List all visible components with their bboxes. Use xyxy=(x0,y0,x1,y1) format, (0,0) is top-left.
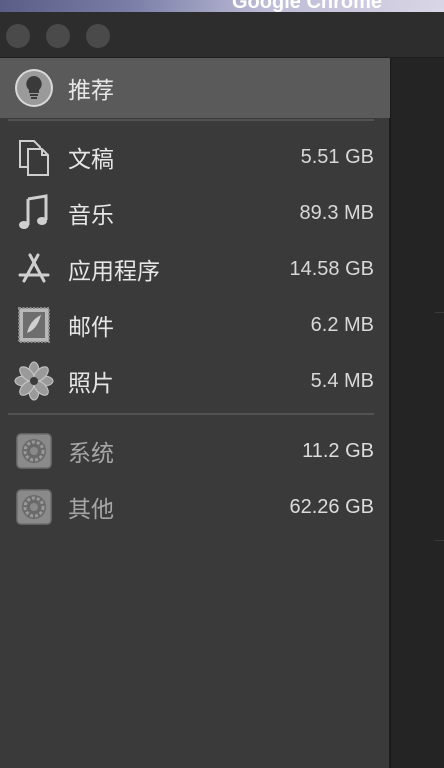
sidebar-item-label: 邮件 xyxy=(68,315,114,341)
zoom-window-button[interactable] xyxy=(86,24,110,48)
divider xyxy=(8,119,374,121)
divider xyxy=(435,312,444,313)
music-note-icon xyxy=(12,191,56,235)
desktop-top-strip: Google Chrome xyxy=(0,0,444,12)
sidebar-item-size: 62.26 GB xyxy=(289,495,374,518)
other-disk-icon xyxy=(12,485,56,529)
storage-sidebar: 推荐 文稿 5.51 GB 音乐 89.3 MB 应用程序 14.58 GB 邮… xyxy=(0,58,390,768)
sidebar-item-label: 文稿 xyxy=(68,147,114,173)
sidebar-item-label: 音乐 xyxy=(68,203,114,229)
system-disk-icon xyxy=(12,429,56,473)
close-window-button[interactable] xyxy=(6,24,30,48)
sidebar-item-other[interactable]: 其他 62.26 GB xyxy=(0,479,390,535)
sidebar-item-photos[interactable]: 照片 5.4 MB xyxy=(0,353,390,409)
sidebar-item-label: 照片 xyxy=(68,371,114,397)
divider xyxy=(435,540,444,541)
sidebar-item-size: 6.2 MB xyxy=(310,313,374,336)
sidebar-item-label: 系统 xyxy=(68,441,114,467)
photos-icon xyxy=(12,359,56,403)
sidebar-item-size: 89.3 MB xyxy=(299,201,374,224)
sidebar-item-recommendations[interactable]: 推荐 xyxy=(0,58,390,118)
sidebar-item-system[interactable]: 系统 11.2 GB xyxy=(0,423,390,479)
minimize-window-button[interactable] xyxy=(46,24,70,48)
documents-icon xyxy=(12,135,56,179)
mail-stamp-icon xyxy=(12,303,56,347)
sidebar-item-documents[interactable]: 文稿 5.51 GB xyxy=(0,129,390,185)
window-titlebar xyxy=(0,12,444,58)
detail-pane xyxy=(390,58,444,768)
sidebar-item-size: 5.4 MB xyxy=(310,369,374,392)
sidebar-item-mail[interactable]: 邮件 6.2 MB xyxy=(0,297,390,353)
sidebar-item-label: 推荐 xyxy=(68,78,114,104)
sidebar-item-label: 其他 xyxy=(68,497,114,523)
sidebar-item-size: 5.51 GB xyxy=(300,145,374,168)
sidebar-item-size: 14.58 GB xyxy=(289,257,374,280)
sidebar-item-label: 应用程序 xyxy=(68,259,160,285)
app-store-icon xyxy=(12,247,56,291)
sidebar-item-size: 11.2 GB xyxy=(302,439,374,462)
divider xyxy=(8,413,374,415)
lightbulb-icon xyxy=(12,66,56,110)
sidebar-item-applications[interactable]: 应用程序 14.58 GB xyxy=(0,241,390,297)
app-title: Google Chrome xyxy=(232,0,383,12)
sidebar-item-music[interactable]: 音乐 89.3 MB xyxy=(0,185,390,241)
